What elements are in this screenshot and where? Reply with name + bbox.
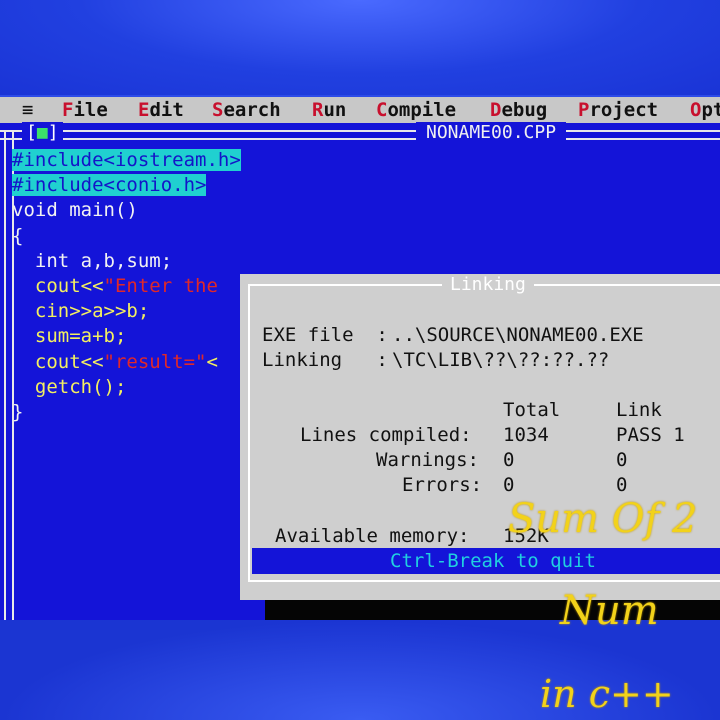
code-text: cin>>a>>b;	[12, 300, 150, 323]
code-text: cout<<	[12, 350, 104, 373]
menu-search-label: earch	[223, 99, 281, 121]
code-text: }	[12, 400, 24, 423]
code-line: #include<iostream.h>	[12, 148, 241, 173]
menu-options[interactable]: Opt	[690, 97, 720, 123]
menu-search-hotkey: S	[212, 99, 224, 121]
overlay-caption-line1: Sum Of 2	[508, 496, 698, 542]
errors-total: 0	[503, 474, 515, 496]
code-line: cin>>a>>b;	[12, 299, 241, 324]
available-memory-label: Available memory:	[275, 525, 470, 547]
menu-file-hotkey: F	[62, 99, 74, 121]
dialog-title: Linking	[442, 274, 534, 296]
code-area[interactable]: #include<iostream.h> #include<conio.h> v…	[12, 148, 241, 425]
menu-run-label: un	[323, 99, 347, 121]
lines-compiled-total: 1034	[503, 424, 549, 446]
code-text: sum=a+b;	[12, 325, 127, 348]
menu-debug-label: ebug	[501, 99, 548, 121]
menu-run[interactable]: Run	[312, 97, 346, 123]
system-menu[interactable]: ≡	[22, 97, 33, 123]
menu-debug[interactable]: Debug	[490, 97, 547, 123]
menu-file[interactable]: File	[62, 97, 108, 123]
code-line: cout<<"Enter the	[12, 274, 241, 299]
window-title: NONAME00.CPP	[416, 122, 567, 144]
close-bracket-close: ]	[47, 122, 59, 143]
code-text: cout<<	[12, 274, 104, 297]
quit-hint-text: Ctrl-Break to quit	[390, 550, 596, 572]
total-column-header: Total	[503, 399, 561, 421]
code-line: int a,b,sum;	[12, 249, 241, 274]
link-column-header: Link	[616, 399, 662, 421]
menu-file-label: ile	[73, 99, 108, 121]
code-line: {	[12, 224, 241, 249]
menu-project-hotkey: P	[578, 99, 590, 121]
menu-search[interactable]: Search	[212, 97, 281, 123]
warnings-label: Warnings:	[376, 449, 479, 471]
menu-bar: ≡ File Edit Search Run Compile Debug Pro…	[0, 97, 720, 123]
code-text: int a,b,sum;	[12, 249, 173, 272]
window-close-button[interactable]: [■]	[22, 122, 63, 144]
menu-compile[interactable]: Compile	[376, 97, 456, 123]
code-line: }	[12, 400, 241, 425]
menu-options-label: pt	[701, 99, 720, 121]
warnings-total: 0	[503, 449, 515, 471]
window-frame-top	[0, 130, 720, 140]
menu-project-label: roject	[589, 99, 659, 121]
code-line: cout<<"result="<	[12, 350, 241, 375]
errors-link: 0	[616, 474, 628, 496]
overlay-caption-line2: Num	[560, 588, 659, 634]
string-literal: "result="	[103, 350, 207, 373]
code-text: <	[206, 350, 218, 373]
menu-compile-label: ompile	[387, 99, 457, 121]
quit-hint-bar[interactable]: Ctrl-Break to quit	[252, 548, 720, 574]
menu-edit-hotkey: E	[138, 99, 150, 121]
close-bracket-open: [	[26, 122, 37, 143]
menu-run-hotkey: R	[312, 99, 324, 121]
menu-options-hotkey: O	[690, 99, 702, 121]
code-text: {	[12, 224, 24, 247]
errors-label: Errors:	[402, 474, 483, 496]
overlay-caption-line3: in c++	[540, 672, 674, 716]
menu-compile-hotkey: C	[376, 99, 388, 121]
menu-edit[interactable]: Edit	[138, 97, 184, 123]
menu-project[interactable]: Project	[578, 97, 658, 123]
string-literal: "Enter the	[103, 274, 218, 297]
exe-file-value: ..\SOURCE\NONAME00.EXE	[392, 324, 644, 346]
menu-edit-label: dit	[149, 99, 184, 121]
code-line: sum=a+b;	[12, 324, 241, 349]
code-text: getch();	[12, 375, 127, 398]
linking-value: \TC\LIB\??\??:??.??	[392, 349, 610, 371]
close-icon: ■	[36, 122, 48, 143]
code-text: #include<iostream.h>	[12, 149, 241, 171]
code-text: #include<conio.h>	[12, 174, 207, 197]
code-line: #include<conio.h>	[12, 173, 241, 198]
lines-compiled-label: Lines compiled:	[300, 424, 472, 446]
linking-label: Linking :	[262, 349, 388, 371]
background-top	[0, 0, 720, 95]
code-line: void main()	[12, 198, 241, 223]
warnings-link: 0	[616, 449, 628, 471]
code-line: getch();	[12, 375, 241, 400]
code-text: void main()	[12, 199, 138, 222]
menu-debug-hotkey: D	[490, 99, 502, 121]
lines-compiled-link: PASS 1	[616, 424, 685, 446]
exe-file-label: EXE file :	[262, 324, 388, 346]
